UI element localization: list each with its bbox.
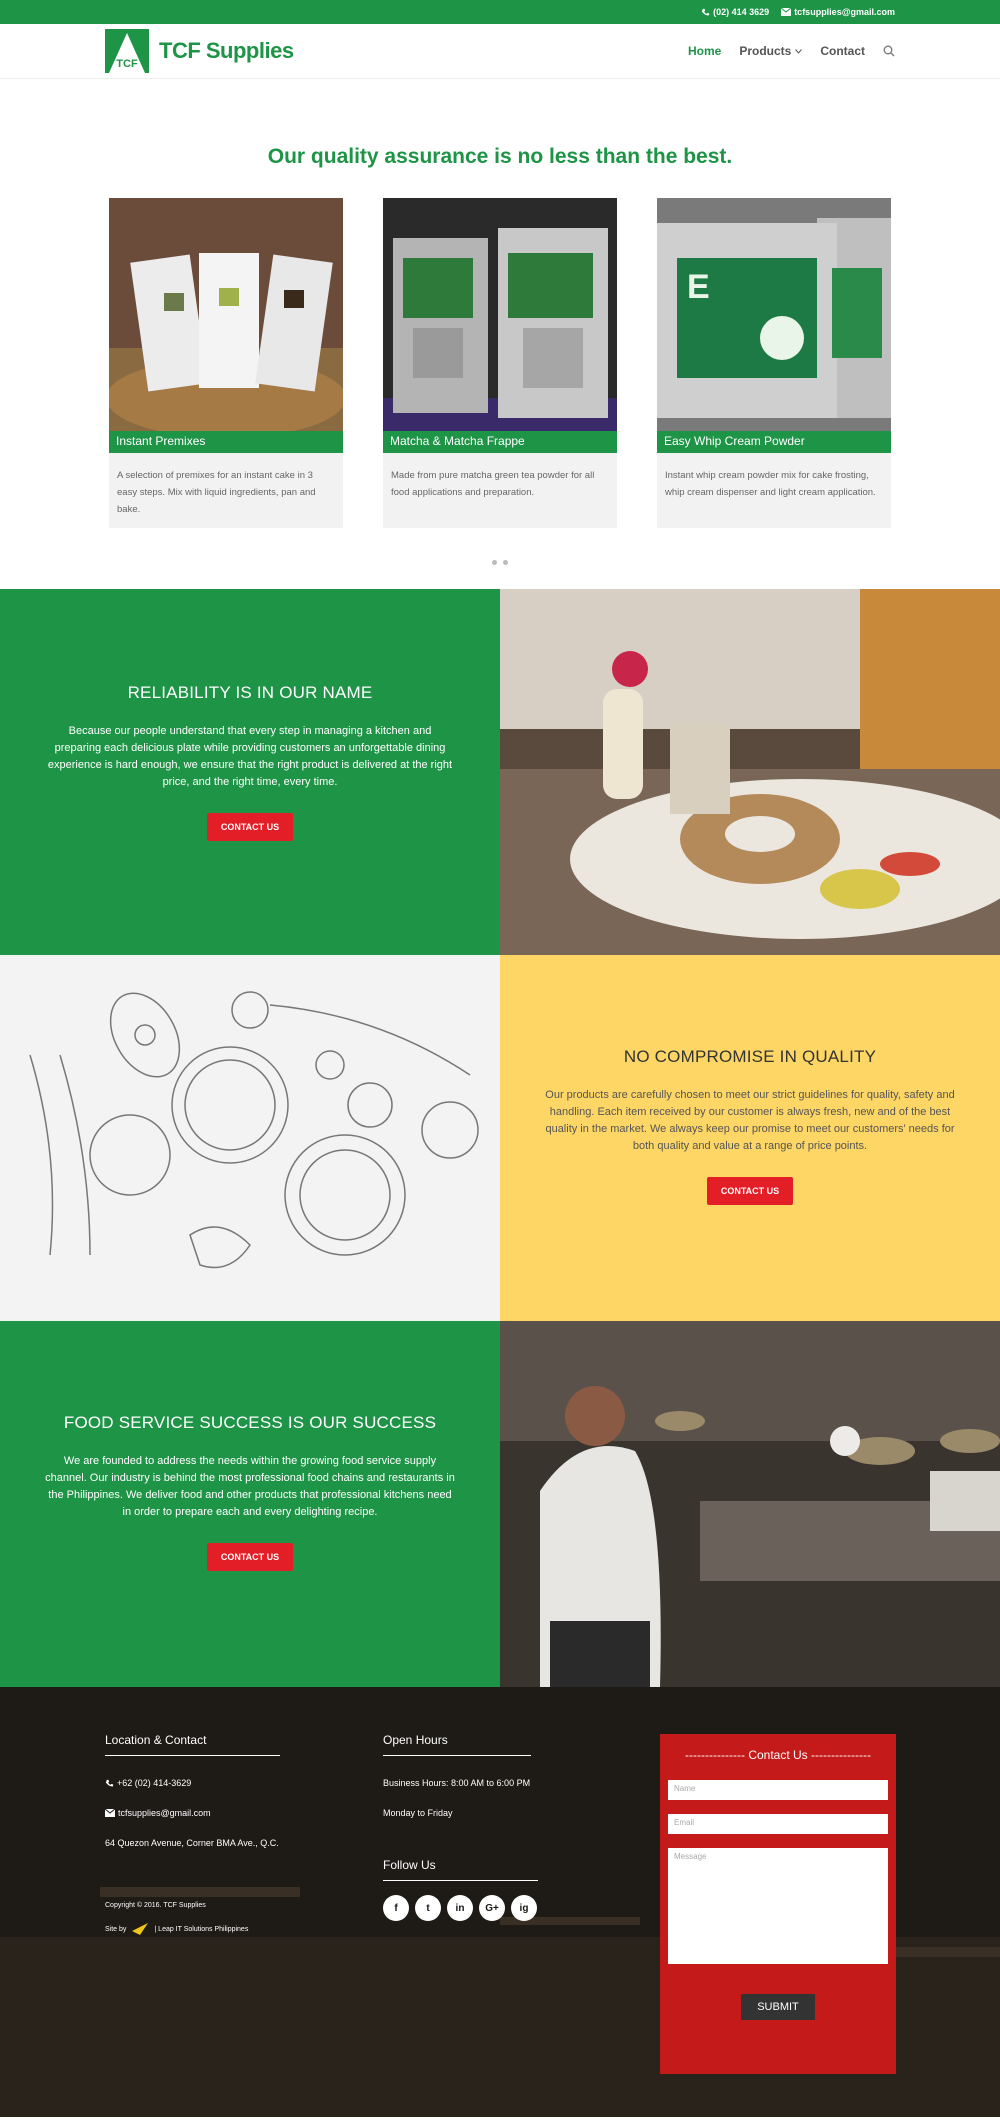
leap-logo-icon[interactable] xyxy=(132,1923,149,1935)
business-hours: Business Hours: 8:00 AM to 6:00 PM xyxy=(383,1778,531,1788)
reliability-contact-button[interactable]: CONTACT US xyxy=(206,813,294,841)
topbar-phone[interactable]: (02) 414 3629 xyxy=(701,7,769,17)
reliability-title: RELIABILITY IS IN OUR NAME xyxy=(127,683,373,702)
twitter-icon[interactable]: t xyxy=(415,1895,441,1921)
nav-products-label: Products xyxy=(739,44,792,58)
envelope-icon xyxy=(105,1809,115,1817)
submit-button[interactable]: SUBMIT xyxy=(741,1994,815,2020)
food-sketch-image xyxy=(0,955,500,1321)
logo-mark-text: TCF xyxy=(116,58,138,70)
quality-heading: Our quality assurance is no less than th… xyxy=(267,145,733,168)
footer-phone[interactable]: +62 (02) 414-3629 xyxy=(105,1778,305,1788)
carousel-dot[interactable] xyxy=(503,560,508,565)
site-by-company[interactable]: | Leap IT Solutions Philippines xyxy=(154,1926,248,1933)
top-bar: (02) 414 3629 tcfsupplies@gmail.com xyxy=(0,0,1000,24)
google-plus-icon[interactable]: G+ xyxy=(479,1895,505,1921)
site-credit: Site by | Leap IT Solutions Philippines xyxy=(105,1923,305,1935)
success-contact-button[interactable]: CONTACT US xyxy=(206,1543,294,1571)
social-links: f t in G+ ig xyxy=(383,1895,553,1921)
nav-contact[interactable]: Contact xyxy=(820,44,865,58)
footer-email-text: tcfsupplies@gmail.com xyxy=(118,1808,211,1818)
reliability-body: Because our people understand that every… xyxy=(47,725,453,788)
main-nav: Home Products Contact xyxy=(688,44,895,58)
site-footer: Location & Contact +62 (02) 414-3629 tcf… xyxy=(0,1687,1000,2117)
logo-text: TCF Supplies xyxy=(159,38,294,63)
chevron-down-icon xyxy=(795,48,803,54)
copyright: Copyright © 2016. TCF Supplies xyxy=(105,1902,206,1909)
restaurant-table-image xyxy=(500,589,1000,955)
footer-address: 64 Quezon Avenue, Corner BMA Ave., Q.C. xyxy=(105,1838,279,1848)
whip-cream-image: E xyxy=(657,198,891,431)
footer-email[interactable]: tcfsupplies@gmail.com xyxy=(105,1808,305,1818)
phone-icon xyxy=(702,8,710,15)
phone-icon xyxy=(105,1779,114,1786)
email-field[interactable]: Email xyxy=(668,1814,888,1834)
product-desc: Made from pure matcha green tea powder f… xyxy=(391,470,595,498)
footer-phone-text: +62 (02) 414-3629 xyxy=(117,1778,192,1788)
site-by-label: Site by xyxy=(105,1925,127,1933)
reliability-panel: RELIABILITY IS IN OUR NAME Because our p… xyxy=(0,589,500,955)
hours-column: Open Hours Business Hours: 8:00 AM to 6:… xyxy=(383,1733,553,1921)
topbar-email-text: tcfsupplies@gmail.com xyxy=(794,7,895,17)
success-panel: FOOD SERVICE SUCCESS IS OUR SUCCESS We a… xyxy=(0,1321,500,1687)
topbar-email[interactable]: tcfsupplies@gmail.com xyxy=(781,7,895,17)
facebook-icon[interactable]: f xyxy=(383,1895,409,1921)
quality-panel: NO COMPROMISE IN QUALITY Our products ar… xyxy=(500,955,1000,1321)
contact-form: --------------- Contact Us -------------… xyxy=(660,1734,896,2074)
search-icon[interactable] xyxy=(883,45,895,57)
business-days: Monday to Friday xyxy=(383,1808,453,1818)
premix-image xyxy=(109,198,343,431)
name-field[interactable]: Name xyxy=(668,1780,888,1800)
quality-contact-button[interactable]: CONTACT US xyxy=(706,1177,794,1205)
product-name: Easy Whip Cream Powder xyxy=(657,431,891,453)
carousel-dots[interactable] xyxy=(0,560,1000,565)
svg-text:E: E xyxy=(687,268,710,306)
site-logo[interactable]: TCF TCF Supplies xyxy=(105,29,294,73)
contact-form-title: --------------- Contact Us -------------… xyxy=(685,1748,871,1762)
matcha-image xyxy=(383,198,617,431)
success-row: FOOD SERVICE SUCCESS IS OUR SUCCESS We a… xyxy=(0,1321,1000,1687)
logo-mark: TCF xyxy=(105,29,149,73)
linkedin-icon[interactable]: in xyxy=(447,1895,473,1921)
envelope-icon xyxy=(781,8,792,16)
quality-row: NO COMPROMISE IN QUALITY Our products ar… xyxy=(0,955,1000,1321)
quality-title: NO COMPROMISE IN QUALITY xyxy=(623,1047,877,1066)
product-desc: A selection of premixes for an instant c… xyxy=(117,470,316,515)
follow-heading: Follow Us xyxy=(383,1858,538,1881)
hours-heading: Open Hours xyxy=(383,1733,531,1756)
product-card[interactable]: E Easy Whip Cream Powder Instant whip cr… xyxy=(657,198,891,528)
product-carousel: Instant Premixes A selection of premixes… xyxy=(0,198,1000,528)
nav-products[interactable]: Products xyxy=(739,44,803,58)
success-body: We are founded to address the needs with… xyxy=(45,1455,455,1518)
topbar-phone-text: (02) 414 3629 xyxy=(713,7,770,17)
reliability-row: RELIABILITY IS IN OUR NAME Because our p… xyxy=(0,589,1000,955)
quality-body: Our products are carefully chosen to mee… xyxy=(545,1089,955,1152)
location-heading: Location & Contact xyxy=(105,1733,280,1756)
product-card[interactable]: Instant Premixes A selection of premixes… xyxy=(109,198,343,528)
kitchen-chef-image xyxy=(500,1321,1000,1687)
product-card[interactable]: Matcha & Matcha Frappe Made from pure ma… xyxy=(383,198,617,528)
instagram-icon[interactable]: ig xyxy=(511,1895,537,1921)
message-field[interactable]: Message xyxy=(668,1848,888,1964)
nav-home[interactable]: Home xyxy=(688,44,721,58)
location-column: Location & Contact +62 (02) 414-3629 tcf… xyxy=(105,1733,305,1935)
product-name: Matcha & Matcha Frappe xyxy=(383,431,617,453)
site-header: TCF TCF Supplies Home Products Contact xyxy=(0,24,1000,79)
success-title: FOOD SERVICE SUCCESS IS OUR SUCCESS xyxy=(63,1413,437,1432)
product-desc: Instant whip cream powder mix for cake f… xyxy=(665,470,876,498)
carousel-dot[interactable] xyxy=(492,560,497,565)
product-name: Instant Premixes xyxy=(109,431,343,453)
